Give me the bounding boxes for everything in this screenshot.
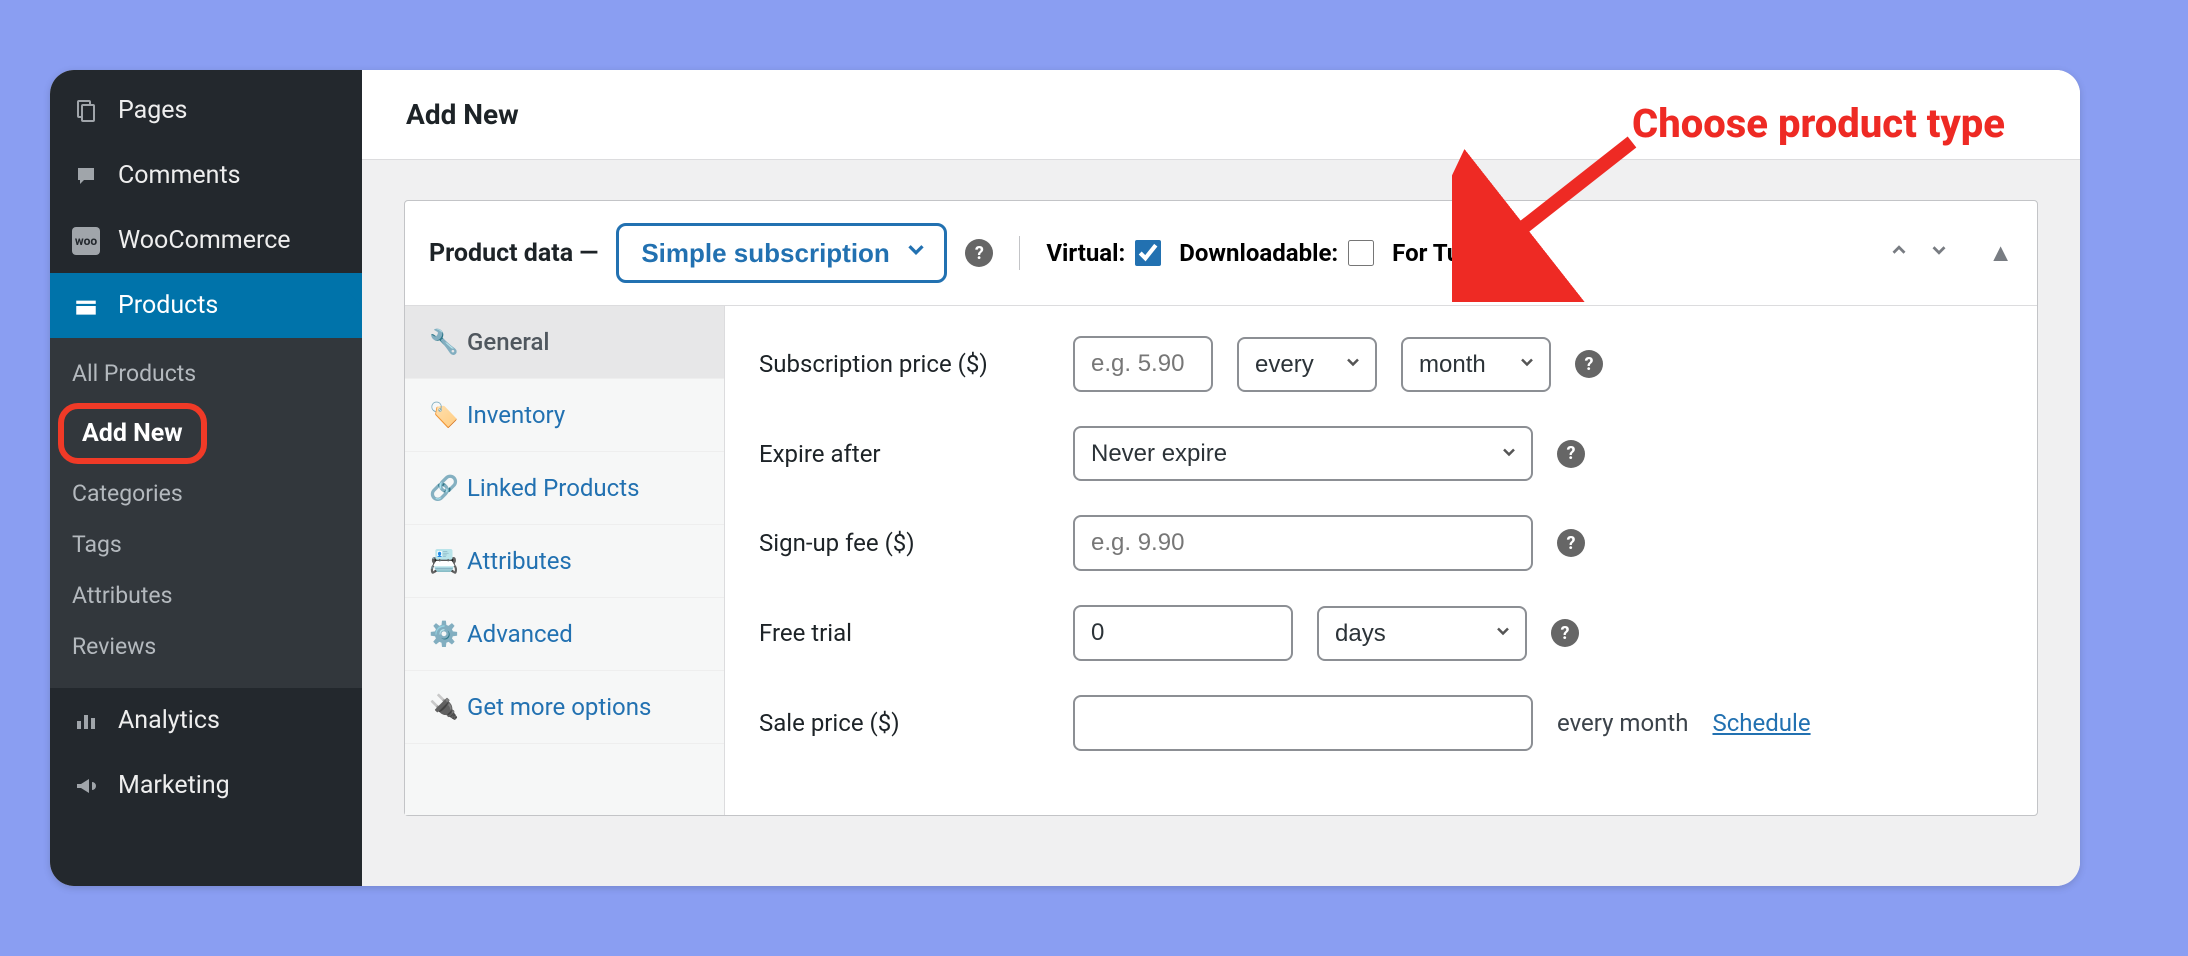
gear-icon: ⚙️ — [429, 620, 453, 648]
for-tutor-checkbox[interactable] — [1507, 240, 1533, 266]
help-icon[interactable]: ? — [1551, 619, 1579, 647]
sidebar-item-products[interactable]: Products — [50, 273, 362, 338]
help-icon[interactable]: ? — [1557, 440, 1585, 468]
for-tutor-label: For Tutor: — [1392, 239, 1497, 267]
link-icon: 🔗 — [429, 474, 453, 502]
app-frame: Pages Comments woo WooCommerce Products … — [50, 70, 2080, 886]
virtual-label: Virtual: — [1046, 239, 1125, 267]
panel-header-label: Product data — — [429, 239, 598, 268]
signup-fee-row: Sign-up fee ($) ? — [759, 515, 2003, 571]
collapse-icon[interactable]: ▲ — [1988, 239, 2013, 268]
submenu-add-new[interactable]: Add New — [58, 403, 207, 464]
signup-fee-input[interactable] — [1073, 515, 1533, 571]
tab-attributes[interactable]: 📇Attributes — [405, 525, 724, 598]
free-trial-input[interactable] — [1073, 605, 1293, 661]
help-icon[interactable]: ? — [965, 239, 993, 267]
sidebar-item-label: Pages — [118, 96, 187, 125]
for-tutor-checkbox-row[interactable]: For Tutor: — [1392, 239, 1533, 267]
tab-general[interactable]: 🔧General — [405, 306, 724, 379]
virtual-checkbox[interactable] — [1135, 240, 1161, 266]
subscription-price-row: Subscription price ($) every month ? — [759, 336, 2003, 392]
expire-after-row: Expire after Never expire ? — [759, 426, 2003, 481]
schedule-link[interactable]: Schedule — [1712, 709, 1810, 737]
signup-fee-label: Sign-up fee ($) — [759, 529, 1049, 557]
help-icon[interactable]: ? — [1575, 350, 1603, 378]
tab-get-more-options[interactable]: 🔌Get more options — [405, 671, 724, 744]
woocommerce-icon: woo — [72, 227, 100, 255]
wrench-icon: 🔧 — [429, 328, 453, 356]
sale-price-row: Sale price ($) every month Schedule — [759, 695, 2003, 751]
admin-sidebar: Pages Comments woo WooCommerce Products … — [50, 70, 362, 886]
sale-price-label: Sale price ($) — [759, 709, 1049, 737]
sidebar-item-pages[interactable]: Pages — [50, 78, 362, 143]
subscription-period-select[interactable]: month — [1401, 337, 1551, 392]
chevron-down-icon[interactable] — [1928, 239, 1950, 268]
sidebar-submenu: All Products Add New Categories Tags Att… — [50, 338, 362, 688]
marketing-icon — [72, 772, 100, 800]
product-data-tabs: 🔧General 🏷️Inventory 🔗Linked Products 📇A… — [405, 306, 725, 815]
subscription-price-input[interactable] — [1073, 336, 1213, 392]
expire-after-label: Expire after — [759, 440, 1049, 468]
tab-linked-products[interactable]: 🔗Linked Products — [405, 452, 724, 525]
analytics-icon — [72, 707, 100, 735]
sidebar-item-marketing[interactable]: Marketing — [50, 753, 362, 818]
sidebar-item-comments[interactable]: Comments — [50, 143, 362, 208]
sidebar-item-label: WooCommerce — [118, 226, 291, 255]
tag-icon: 🏷️ — [429, 401, 453, 429]
comments-icon — [72, 162, 100, 190]
submenu-tags[interactable]: Tags — [50, 519, 362, 570]
plug-icon: 🔌 — [429, 693, 453, 721]
expire-after-select[interactable]: Never expire — [1073, 426, 1533, 481]
virtual-checkbox-row[interactable]: Virtual: — [1046, 239, 1161, 267]
sidebar-item-analytics[interactable]: Analytics — [50, 688, 362, 753]
panel-header: Product data — Simple subscription ? Vir… — [405, 201, 2037, 306]
sale-note: every month — [1557, 709, 1688, 737]
product-type-select[interactable]: Simple subscription — [616, 223, 947, 283]
downloadable-label: Downloadable: — [1179, 239, 1338, 267]
downloadable-checkbox[interactable] — [1348, 240, 1374, 266]
submenu-categories[interactable]: Categories — [50, 468, 362, 519]
free-trial-unit-select[interactable]: days — [1317, 606, 1527, 661]
submenu-all-products[interactable]: All Products — [50, 348, 362, 399]
product-type-select-wrap: Simple subscription — [616, 223, 947, 283]
attributes-icon: 📇 — [429, 547, 453, 575]
sidebar-item-label: Marketing — [118, 771, 230, 800]
product-data-panel: Product data — Simple subscription ? Vir… — [404, 200, 2038, 816]
subscription-price-label: Subscription price ($) — [759, 350, 1049, 378]
panel-body: 🔧General 🏷️Inventory 🔗Linked Products 📇A… — [405, 306, 2037, 815]
submenu-attributes[interactable]: Attributes — [50, 570, 362, 621]
help-icon[interactable]: ? — [1557, 529, 1585, 557]
free-trial-label: Free trial — [759, 619, 1049, 647]
main-area: Choose product type Add New Product data… — [362, 70, 2080, 886]
submenu-reviews[interactable]: Reviews — [50, 621, 362, 672]
products-icon — [72, 292, 100, 320]
tab-advanced[interactable]: ⚙️Advanced — [405, 598, 724, 671]
downloadable-checkbox-row[interactable]: Downloadable: — [1179, 239, 1374, 267]
sidebar-item-woocommerce[interactable]: woo WooCommerce — [50, 208, 362, 273]
panel-controls: ▲ — [1888, 239, 2013, 268]
separator — [1019, 236, 1020, 270]
free-trial-row: Free trial days ? — [759, 605, 2003, 661]
tab-inventory[interactable]: 🏷️Inventory — [405, 379, 724, 452]
sidebar-item-label: Analytics — [118, 706, 220, 735]
pages-icon — [72, 97, 100, 125]
subscription-interval-select[interactable]: every — [1237, 337, 1377, 392]
chevron-up-icon[interactable] — [1888, 239, 1910, 268]
sidebar-item-label: Comments — [118, 161, 241, 190]
sale-price-input[interactable] — [1073, 695, 1533, 751]
sidebar-item-label: Products — [118, 291, 218, 320]
fields-area: Subscription price ($) every month ? — [725, 306, 2037, 815]
annotation-text: Choose product type — [1632, 100, 2005, 147]
